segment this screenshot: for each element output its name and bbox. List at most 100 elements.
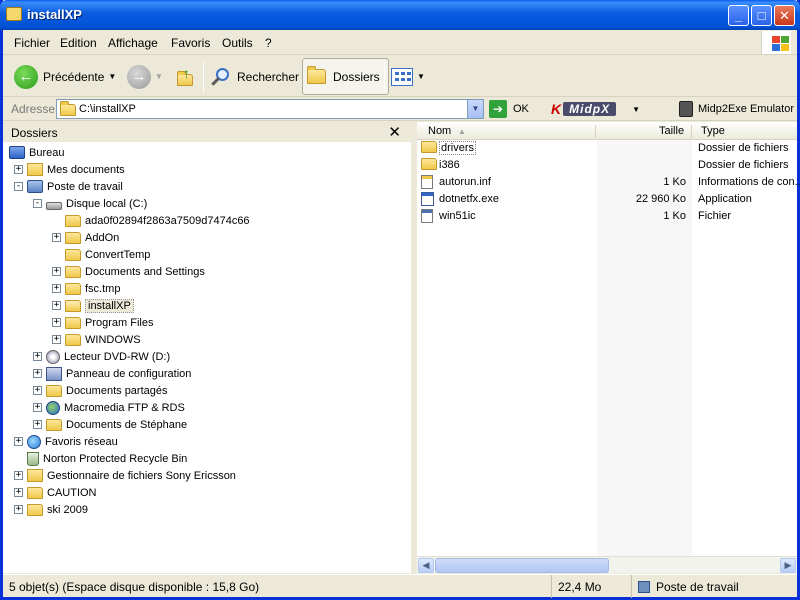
tree-item[interactable]: + ski 2009 [14,501,88,518]
tree-item[interactable]: + Mes documents [14,161,125,178]
phone-icon [679,101,693,117]
go-button[interactable]: ➔ OK [489,99,529,119]
tree-item[interactable]: - Poste de travail [14,178,123,195]
chevron-down-icon[interactable]: ▼ [155,72,163,81]
up-folder-button[interactable]: ↑ [175,58,197,95]
expand-icon[interactable]: + [52,318,61,327]
tree-item[interactable]: - Disque local (C:) [33,195,147,212]
expand-icon[interactable]: + [52,301,61,310]
folders-icon [307,66,326,84]
menu-edition[interactable]: Edition [60,36,97,50]
midp2exe-emulator-button[interactable]: Midp2Exe Emulator [679,101,794,117]
chevron-down-icon[interactable]: ▼ [417,72,425,81]
tree-item[interactable]: + Documents and Settings [52,263,205,280]
tree-item[interactable]: + installXP [52,297,134,314]
midpx-toolbar-logo[interactable]: K MidpX ▼ [551,101,640,117]
folder-icon [60,101,76,116]
tree-item[interactable]: + CAUTION [14,484,97,501]
expand-icon[interactable]: + [52,335,61,344]
tree-item[interactable]: + Gestionnaire de fichiers Sony Ericsson [14,467,236,484]
chevron-down-icon[interactable]: ▼ [108,72,116,81]
menu-outils[interactable]: Outils [222,36,253,50]
scroll-right-icon[interactable]: ▶ [780,558,796,573]
views-icon [391,67,413,86]
ftp-globe-icon [46,400,60,415]
folder-icon [421,141,437,153]
close-button[interactable]: ✕ [774,5,795,26]
column-divider[interactable] [595,125,596,138]
tree-item-label: Norton Protected Recycle Bin [43,452,188,465]
expand-icon[interactable]: + [14,437,23,446]
tree-item[interactable]: + Panneau de configuration [33,365,191,382]
file-row[interactable]: win51ic 1 Ko Fichier [417,208,797,225]
horizontal-scrollbar[interactable]: ◀ ▶ [417,556,797,573]
tree-item[interactable]: + Macromedia FTP & RDS [33,399,185,416]
tree-item-label: Macromedia FTP & RDS [64,401,185,414]
menu-fichier[interactable]: Fichier [14,36,50,50]
column-divider[interactable] [691,125,692,138]
menu-favoris[interactable]: Favoris [171,36,210,50]
forward-button[interactable]: → ▼ [127,58,163,95]
expand-icon[interactable]: + [52,233,61,242]
tree-item[interactable]: + fsc.tmp [52,280,120,297]
folder-icon [65,282,81,295]
status-location: Poste de travail [631,575,797,598]
title-bar[interactable]: installXP _ □ ✕ [0,0,800,30]
file-row[interactable]: autorun.inf 1 Ko Informations de con... [417,174,800,191]
tree-item[interactable]: + Documents partagés [33,382,168,399]
views-button[interactable]: ▼ [391,58,425,95]
file-row[interactable]: i386 Dossier de fichiers [417,157,797,174]
tree-item[interactable]: ConvertTemp [52,246,150,263]
column-nom[interactable]: Nom [428,125,451,137]
tree-item[interactable]: Norton Protected Recycle Bin [14,450,187,467]
minimize-button[interactable]: _ [728,5,749,26]
expand-icon[interactable]: + [33,386,42,395]
column-type[interactable]: Type [701,125,725,137]
expand-icon[interactable]: + [33,369,42,378]
back-button[interactable]: ← Précédente ▼ [14,58,116,95]
expand-icon[interactable]: + [33,352,42,361]
address-label: Adresse [11,102,56,116]
tree-item[interactable]: + WINDOWS [52,331,141,348]
expand-icon[interactable]: + [14,488,23,497]
folder-icon [27,486,43,499]
chevron-down-icon[interactable]: ▼ [467,100,483,118]
menu-help[interactable]: ? [265,36,272,50]
menu-affichage[interactable]: Affichage [108,36,158,50]
file-row[interactable]: drivers Dossier de fichiers [417,140,797,157]
tree-item[interactable]: Bureau [9,144,64,161]
file-row[interactable]: dotnetfx.exe 22 960 Ko Application [417,191,797,208]
tree-item[interactable]: ada0f02894f2863a7509d7474c66 [52,212,250,229]
toolbar: ← Précédente ▼ → ▼ ↑ Rechercher Dossiers [3,56,797,97]
collapse-icon[interactable]: - [33,199,42,208]
menu-bar: Fichier Edition Affichage Favoris Outils… [3,30,797,55]
maximize-button[interactable]: □ [751,5,772,26]
status-objects: 5 objet(s) (Espace disque disponible : 1… [9,579,260,594]
tree-item-label: Program Files [85,316,154,329]
tree-item[interactable]: + Favoris réseau [14,433,118,450]
tree-item-label: Gestionnaire de fichiers Sony Ericsson [47,469,236,482]
expand-icon[interactable]: + [14,505,23,514]
my-computer-icon [638,580,650,593]
tree-item-label: Documents partagés [66,384,168,397]
search-button[interactable]: Rechercher [211,58,299,95]
expand-icon[interactable]: + [52,284,61,293]
column-taille[interactable]: Taille [659,125,684,137]
expand-icon[interactable]: + [52,267,61,276]
tree-item[interactable]: + Lecteur DVD-RW (D:) [33,348,170,365]
close-pane-icon[interactable]: ✕ [388,123,401,141]
tree-item[interactable]: + AddOn [52,229,119,246]
tree-item-label: AddOn [85,231,120,244]
expand-icon[interactable]: + [14,471,23,480]
expand-icon[interactable]: + [33,403,42,412]
tree-item[interactable]: + Documents de Stéphane [33,416,187,433]
collapse-icon[interactable]: - [14,182,23,191]
expand-icon[interactable]: + [14,165,23,174]
tree-item[interactable]: + Program Files [52,314,153,331]
expand-icon[interactable]: + [33,420,42,429]
scroll-left-icon[interactable]: ◀ [418,558,434,573]
address-input[interactable]: C:\installXP ▼ [56,99,484,119]
scroll-thumb[interactable] [435,558,609,573]
folders-button[interactable]: Dossiers [302,58,389,95]
chevron-down-icon[interactable]: ▼ [632,105,640,114]
